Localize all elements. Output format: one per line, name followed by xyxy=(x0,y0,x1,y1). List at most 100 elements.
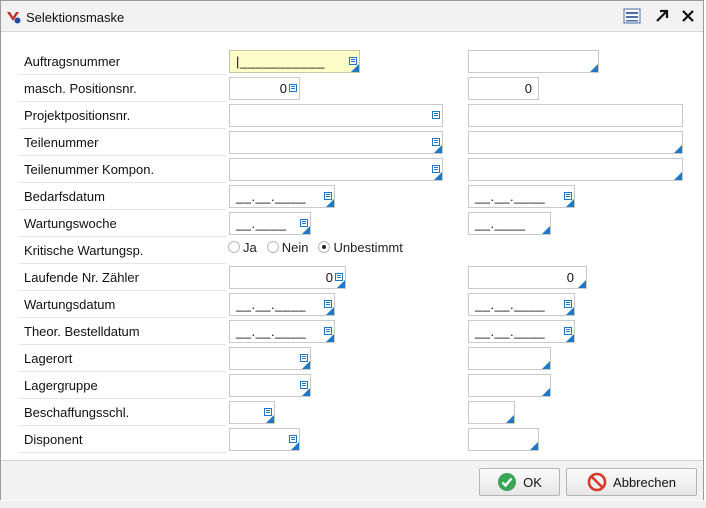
label-bedarfsdatum: Bedarfsdatum xyxy=(19,184,226,210)
field-menu-icon[interactable] xyxy=(432,134,440,146)
field-menu-icon[interactable] xyxy=(564,323,572,335)
field-corner-marker xyxy=(302,388,310,396)
label-teilenummer: Teilenummer xyxy=(19,130,226,156)
lagergruppe-from-input[interactable] xyxy=(229,374,311,397)
label-auftragsnummer: Auftragsnummer xyxy=(19,49,226,75)
field-menu-icon[interactable] xyxy=(300,377,308,389)
window-menu-button[interactable] xyxy=(621,5,643,27)
field-menu-icon[interactable] xyxy=(300,215,308,227)
radio-ja-label: Ja xyxy=(243,239,257,255)
field-corner-marker xyxy=(302,361,310,369)
field-menu-icon[interactable] xyxy=(264,404,272,416)
field-corner-marker xyxy=(578,280,586,288)
auftragsnummer-to-input[interactable] xyxy=(468,50,599,73)
field-menu-icon[interactable] xyxy=(349,53,357,65)
radio-unbestimmt[interactable]: Unbestimmt xyxy=(318,239,403,255)
disponent-from-input[interactable] xyxy=(229,428,300,451)
theor-bestelldatum-to-input[interactable]: __.__.____ xyxy=(468,320,575,343)
disponent-to-input[interactable] xyxy=(468,428,539,451)
field-corner-marker xyxy=(291,442,299,450)
auftragsnummer-from-input[interactable]: |___________ xyxy=(229,50,360,73)
field-menu-icon[interactable] xyxy=(564,296,572,308)
dialog-footer: OK Abbrechen xyxy=(1,460,703,500)
theor-bestelldatum-to-value: __.__.____ xyxy=(475,324,546,339)
field-corner-marker xyxy=(542,226,550,234)
beschaffungsschl-from-input[interactable] xyxy=(229,401,275,424)
beschaffungsschl-to-input[interactable] xyxy=(468,401,515,424)
label-laufende-nr-zaehler: Laufende Nr. Zähler xyxy=(19,265,226,291)
label-lagerort: Lagerort xyxy=(19,346,226,372)
field-corner-marker xyxy=(566,199,574,207)
check-circle-icon xyxy=(498,473,517,491)
bedarfsdatum-to-input[interactable]: __.__.____ xyxy=(468,185,575,208)
field-menu-icon[interactable] xyxy=(335,269,343,281)
label-teilenummer-kompon: Teilenummer Kompon. xyxy=(19,157,226,183)
theor-bestelldatum-from-input[interactable]: __.__.____ xyxy=(229,320,335,343)
theor-bestelldatum-from-value: __.__.____ xyxy=(236,324,307,339)
field-menu-icon[interactable] xyxy=(324,296,332,308)
projektpositionsnr-to-input[interactable] xyxy=(468,104,683,127)
radio-unbestimmt-indicator xyxy=(318,241,331,253)
field-corner-marker xyxy=(302,226,310,234)
field-corner-marker xyxy=(266,415,274,423)
ok-button[interactable]: OK xyxy=(479,468,560,496)
close-icon xyxy=(682,10,694,22)
label-theor-bestelldatum: Theor. Bestelldatum xyxy=(19,319,226,345)
field-menu-icon[interactable] xyxy=(432,107,440,119)
field-corner-marker xyxy=(326,334,334,342)
teilenummer-to-input[interactable] xyxy=(468,131,683,154)
wartungsdatum-to-value: __.__.____ xyxy=(475,297,546,312)
app-logo-icon xyxy=(7,12,21,24)
wartungswoche-from-input[interactable]: __.____ xyxy=(229,212,311,235)
field-corner-marker xyxy=(542,388,550,396)
wartungswoche-to-input[interactable]: __.____ xyxy=(468,212,551,235)
radio-ja[interactable]: Ja xyxy=(228,240,257,255)
field-corner-marker xyxy=(434,172,442,180)
lagergruppe-to-input[interactable] xyxy=(468,374,551,397)
prohibited-icon xyxy=(587,472,607,492)
teilenummer-from-input[interactable] xyxy=(229,131,443,154)
field-corner-marker xyxy=(566,307,574,315)
window-menu-icon xyxy=(623,8,641,24)
lagerort-to-input[interactable] xyxy=(468,347,551,370)
radio-unbestimmt-label: Unbestimmt xyxy=(333,239,403,255)
projektpositionsnr-from-input[interactable] xyxy=(229,104,443,127)
masch-positionsnr-to-input[interactable]: 0 xyxy=(468,77,539,100)
field-menu-icon[interactable] xyxy=(289,431,297,443)
background-window-strip xyxy=(0,501,706,508)
label-wartungsdatum: Wartungsdatum xyxy=(19,292,226,318)
laufende-nr-zaehler-from-input[interactable]: 0 xyxy=(229,266,346,289)
auftragsnummer-from-value: |___________ xyxy=(236,54,325,69)
field-menu-icon[interactable] xyxy=(289,80,297,92)
wartungsdatum-from-input[interactable]: __.__.____ xyxy=(229,293,335,316)
label-masch-positionsnr: masch. Positionsnr. xyxy=(19,76,226,102)
field-menu-icon[interactable] xyxy=(432,161,440,173)
field-menu-icon[interactable] xyxy=(564,188,572,200)
lagerort-from-input[interactable] xyxy=(229,347,311,370)
radio-nein[interactable]: Nein xyxy=(266,239,309,255)
field-menu-icon[interactable] xyxy=(300,350,308,362)
label-disponent: Disponent xyxy=(19,427,226,453)
teilenummer-kompon-from-input[interactable] xyxy=(229,158,443,181)
field-menu-icon[interactable] xyxy=(324,323,332,335)
label-projektpositionsnr: Projektpositionsnr. xyxy=(19,103,226,129)
label-lagergruppe: Lagergruppe xyxy=(19,373,226,399)
radio-nein-label: Nein xyxy=(281,239,309,255)
maximize-button[interactable] xyxy=(651,5,673,27)
teilenummer-kompon-to-input[interactable] xyxy=(468,158,683,181)
field-corner-marker xyxy=(566,334,574,342)
field-corner-marker xyxy=(434,145,442,153)
field-menu-icon[interactable] xyxy=(324,188,332,200)
arrow-up-right-icon xyxy=(656,9,669,22)
close-button[interactable] xyxy=(677,5,699,27)
field-corner-marker xyxy=(337,280,345,288)
field-corner-marker xyxy=(542,361,550,369)
wartungsdatum-to-input[interactable]: __.__.____ xyxy=(468,293,575,316)
bedarfsdatum-from-input[interactable]: __.__.____ xyxy=(229,185,335,208)
laufende-nr-zaehler-to-input[interactable]: 0 xyxy=(468,266,587,289)
field-corner-marker xyxy=(326,199,334,207)
cancel-button[interactable]: Abbrechen xyxy=(566,468,697,496)
radio-ja-indicator xyxy=(228,241,240,253)
masch-positionsnr-from-input[interactable]: 0 xyxy=(229,77,300,100)
wartungswoche-from-value: __.____ xyxy=(236,216,287,231)
